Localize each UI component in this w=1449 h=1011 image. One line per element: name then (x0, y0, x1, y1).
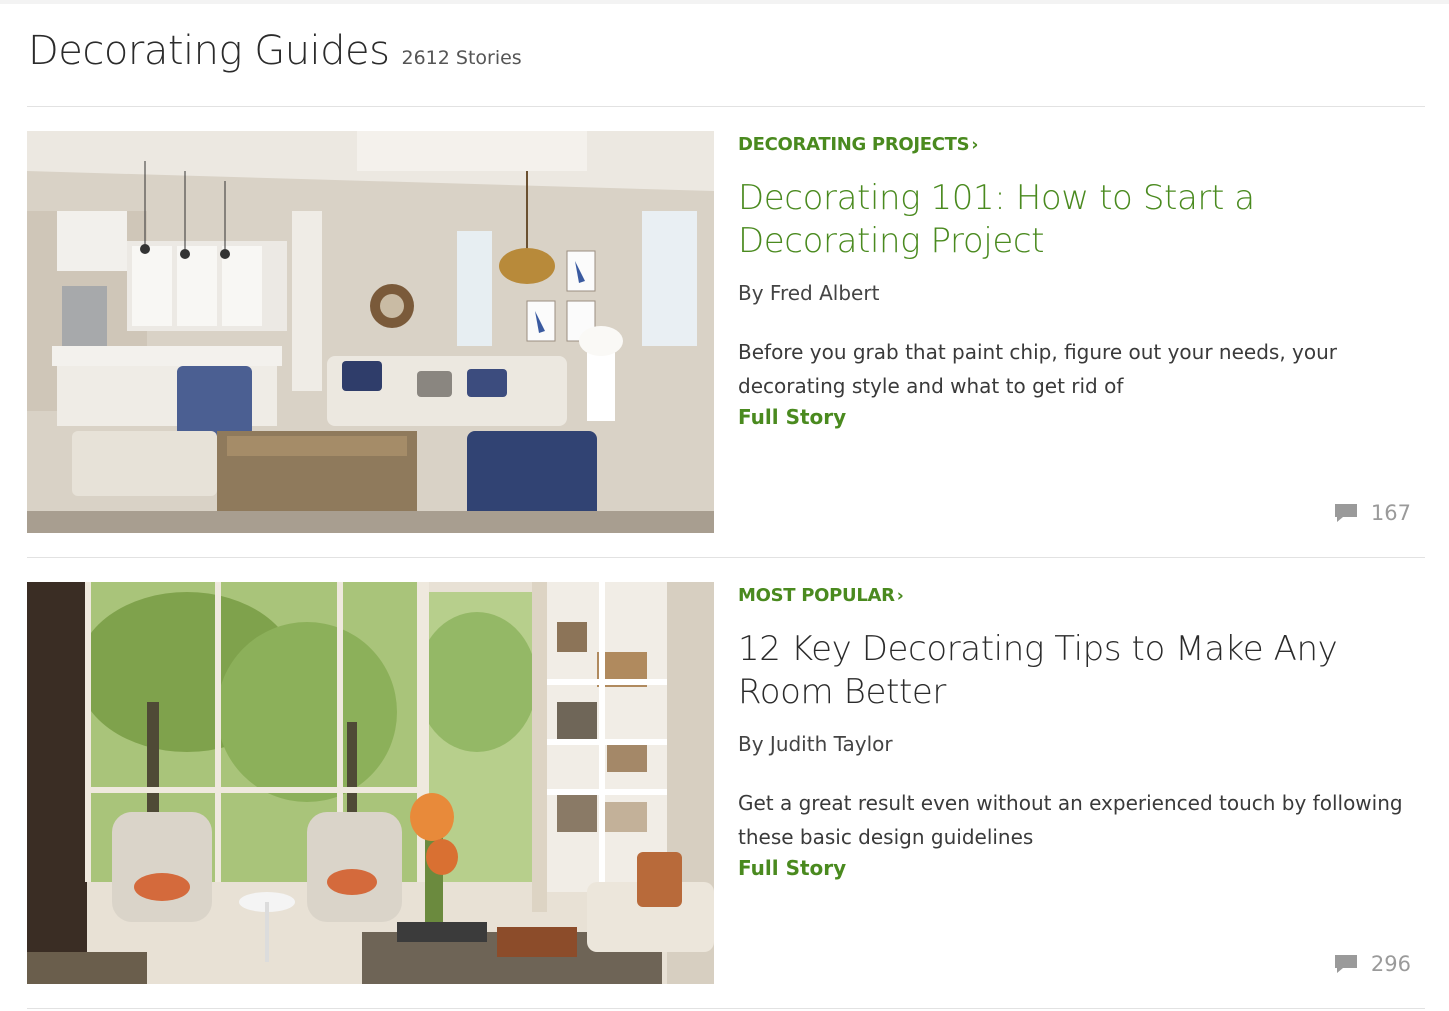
article-summary: Before you grab that paint chip, figure … (738, 340, 1338, 398)
chevron-right-icon: › (971, 135, 979, 155)
category-link[interactable]: DECORATING PROJECTS › (738, 134, 978, 155)
comment-count: 296 (1370, 952, 1411, 976)
article-title-link[interactable]: 12 Key Decorating Tips to Make Any Room … (738, 628, 1378, 714)
category-label: MOST POPULAR (738, 585, 895, 606)
chevron-right-icon: › (896, 586, 904, 606)
sunroom-image (27, 582, 714, 984)
header-divider (27, 106, 1425, 107)
article-divider (27, 557, 1425, 558)
article-content: MOST POPULAR › 12 Key Decorating Tips to … (738, 582, 1425, 984)
article-summary: Get a great result even without an exper… (738, 791, 1403, 849)
living-room-image (27, 131, 714, 533)
full-story-link[interactable]: Full Story (738, 856, 846, 880)
article-thumbnail[interactable] (27, 582, 714, 984)
article-author: By Judith Taylor (738, 732, 893, 756)
page-header: Decorating Guides 2612 Stories (28, 28, 522, 80)
article-thumbnail[interactable] (27, 131, 714, 533)
comment-bubble-icon (1334, 504, 1357, 522)
article-content: DECORATING PROJECTS › Decorating 101: How… (738, 131, 1425, 533)
comment-count: 167 (1370, 501, 1411, 525)
article-divider (27, 1008, 1425, 1009)
page-title: Decorating Guides (28, 28, 390, 74)
full-story-link[interactable]: Full Story (738, 405, 846, 429)
comment-count-link[interactable]: 296 (1333, 952, 1411, 976)
category-link[interactable]: MOST POPULAR › (738, 585, 904, 606)
article-title-link[interactable]: Decorating 101: How to Start a Decoratin… (738, 177, 1378, 263)
article-author: By Fred Albert (738, 281, 880, 305)
article-card: DECORATING PROJECTS › Decorating 101: How… (27, 131, 1425, 533)
top-strip (0, 0, 1449, 4)
comment-count-link[interactable]: 167 (1333, 501, 1411, 525)
category-label: DECORATING PROJECTS (738, 134, 970, 155)
article-card: MOST POPULAR › 12 Key Decorating Tips to … (27, 582, 1425, 984)
comment-bubble-icon (1334, 955, 1357, 973)
story-count: 2612 Stories (401, 47, 522, 69)
